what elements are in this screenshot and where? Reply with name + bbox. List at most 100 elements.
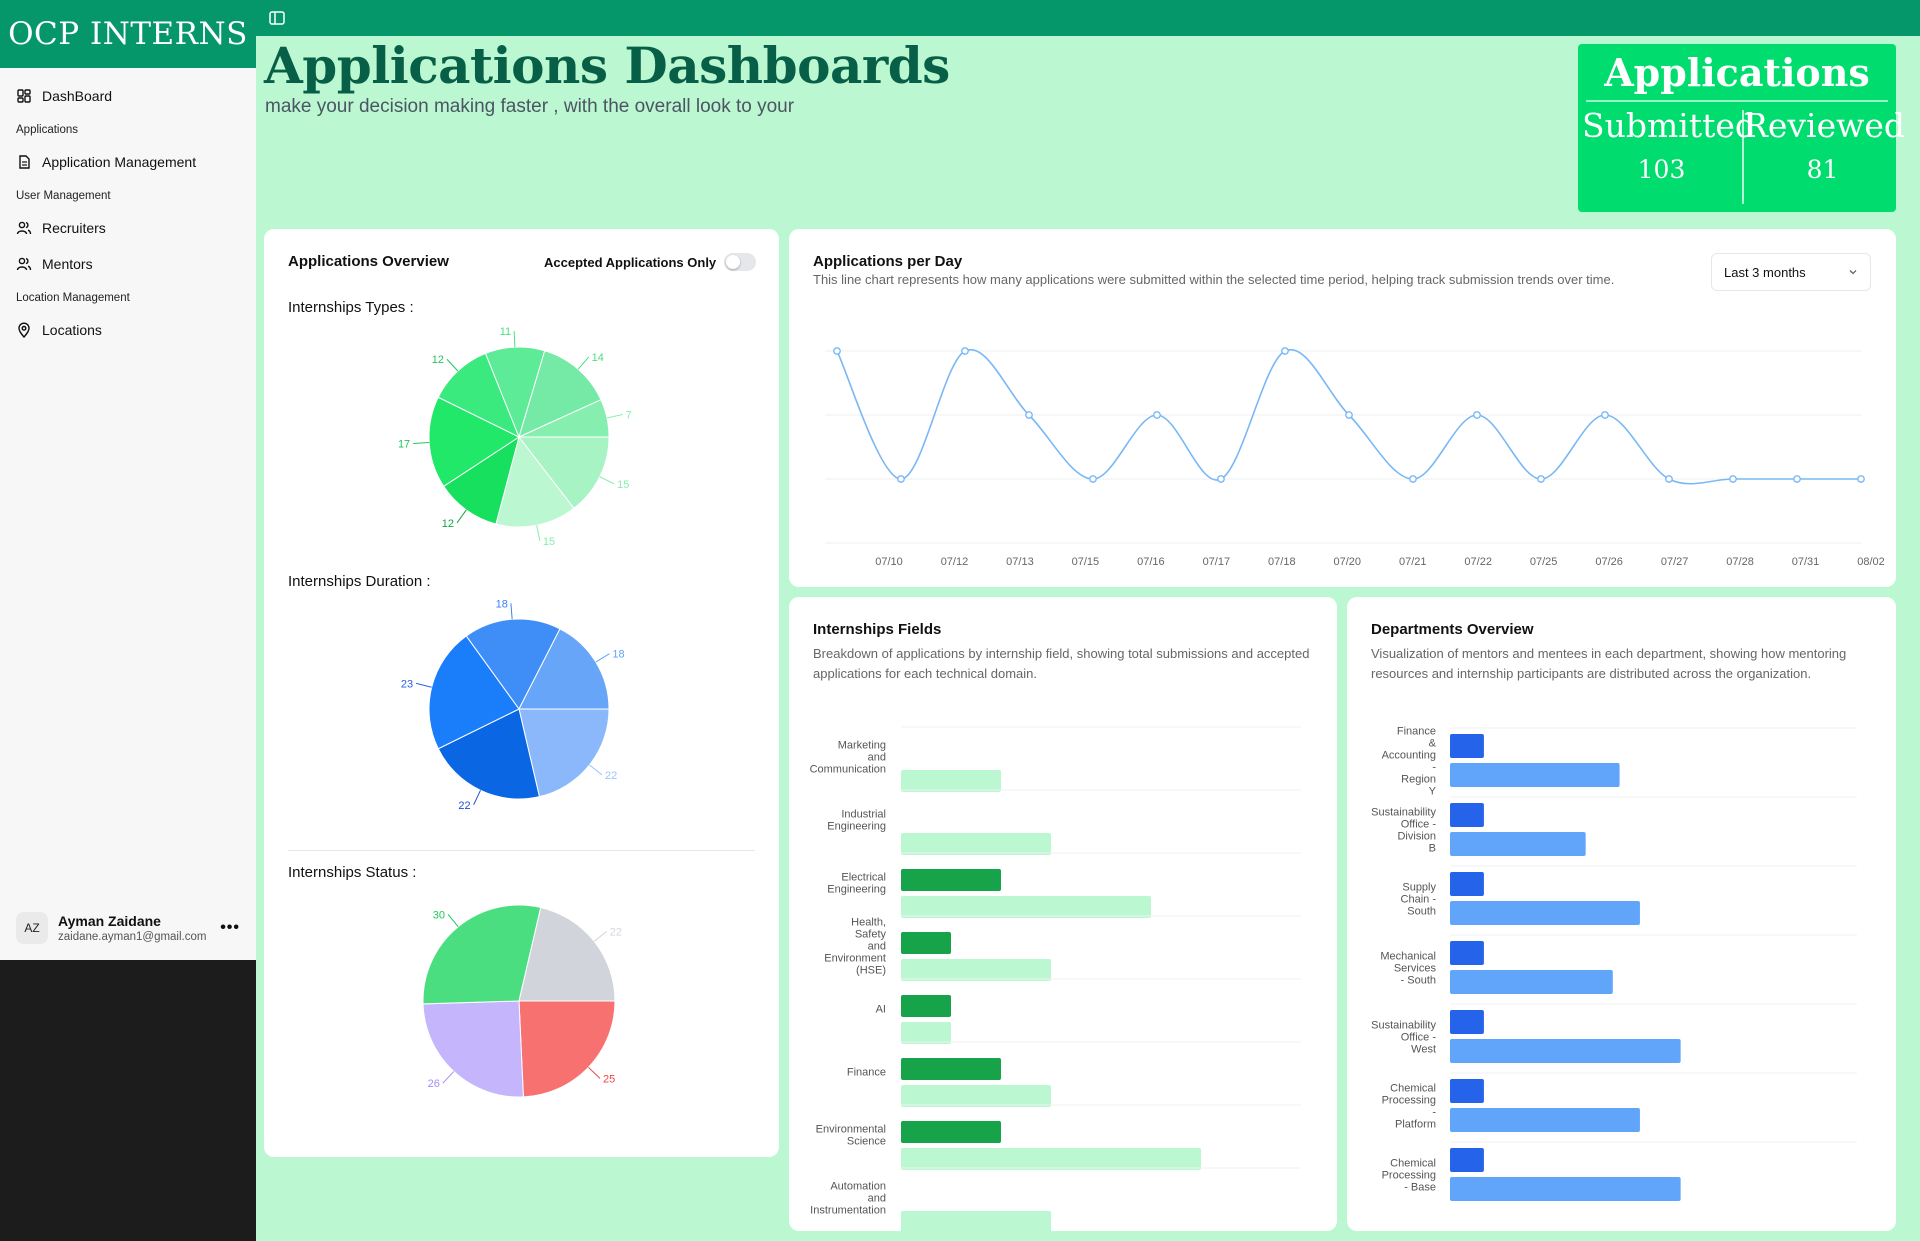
- pie-label-line: [588, 1066, 601, 1079]
- category-label: Office -: [1401, 819, 1437, 831]
- x-tick-label: 07/18: [1268, 556, 1296, 568]
- x-tick-label: 07/25: [1530, 556, 1558, 568]
- category-label: Processing: [1382, 1095, 1436, 1107]
- sidebar-item-application-management[interactable]: Application Management: [16, 144, 240, 180]
- submitted-label: Submitted: [1582, 106, 1757, 145]
- sidebar-item-recruiters[interactable]: Recruiters: [16, 210, 240, 246]
- x-tick-label: 07/31: [1792, 556, 1820, 568]
- bar: [1450, 872, 1484, 896]
- accepted-only-label: Accepted Applications Only: [544, 254, 717, 270]
- departments-bar-chart: Finance&Accounting-RegionYSustainability…: [1371, 726, 1857, 1201]
- bar: [1450, 734, 1484, 758]
- category-label: Sustainability: [1371, 807, 1436, 819]
- category-label: Region: [1401, 774, 1436, 786]
- category-label: Chain -: [1401, 894, 1437, 906]
- pie-label-line: [593, 930, 608, 942]
- pie-label-line: [606, 414, 623, 419]
- sidebar-item-dashboard[interactable]: DashBoard: [16, 78, 240, 114]
- category-label: West: [1411, 1044, 1436, 1056]
- bar: [901, 1211, 1051, 1231]
- pie-label-line: [442, 1071, 455, 1084]
- category-label: South: [1407, 906, 1436, 918]
- stats-divider: [1586, 100, 1888, 102]
- page-title: Applications Dashboards: [264, 36, 950, 95]
- category-label: Mechanical: [1380, 951, 1436, 963]
- reviewed-stat: Reviewed 81: [1743, 106, 1905, 184]
- period-value: Last 3 months: [1724, 264, 1806, 280]
- brand-logo: OCP INTERNS: [0, 0, 256, 68]
- internships-fields-card: Internships Fields Breakdown of applicat…: [789, 597, 1337, 1231]
- accepted-only-toggle[interactable]: Accepted Applications Only: [544, 253, 757, 271]
- category-label: Science: [847, 1136, 886, 1148]
- bar: [901, 1058, 1001, 1080]
- pie-value-label: 11: [500, 326, 511, 338]
- line-point: [1601, 411, 1609, 419]
- users-icon: [16, 221, 32, 235]
- bar: [901, 869, 1001, 891]
- pie-value-label: 30: [433, 909, 445, 921]
- bar: [1450, 763, 1620, 787]
- line-point: [833, 347, 841, 355]
- category-label: Industrial: [841, 809, 886, 821]
- bar: [901, 1148, 1201, 1170]
- category-label: Engineering: [827, 821, 886, 833]
- bar: [1450, 1079, 1484, 1103]
- sidebar-item-label: Recruiters: [42, 220, 106, 236]
- pie-value-label: 25: [603, 1073, 615, 1085]
- bar: [901, 959, 1051, 981]
- x-tick-label: 07/12: [941, 556, 969, 568]
- pie-value-label: 17: [398, 438, 410, 450]
- bar: [901, 833, 1051, 855]
- category-label: Supply: [1402, 882, 1436, 894]
- line-point: [1025, 411, 1033, 419]
- category-label: Office -: [1401, 1032, 1437, 1044]
- category-label: Division: [1397, 831, 1436, 843]
- x-tick-label: 07/20: [1334, 556, 1362, 568]
- bar: [1450, 901, 1640, 925]
- category-label: Marketing: [838, 740, 886, 752]
- bar: [1450, 1010, 1484, 1034]
- bar: [1450, 1148, 1484, 1172]
- category-label: AI: [876, 1004, 886, 1016]
- category-label: - South: [1401, 975, 1436, 987]
- pie-value-label: 18: [496, 599, 508, 610]
- category-label: Platform: [1395, 1119, 1436, 1131]
- category-label: Chemical: [1390, 1083, 1436, 1095]
- line-point: [1665, 475, 1673, 483]
- x-tick-label: 07/17: [1203, 556, 1231, 568]
- overview-title: Applications Overview: [288, 253, 449, 270]
- sidebar-toggle-icon[interactable]: [268, 9, 286, 27]
- bar: [901, 1085, 1051, 1107]
- category-label: Automation: [830, 1181, 886, 1193]
- bar: [1450, 1108, 1640, 1132]
- applications-overview-card: Applications Overview Accepted Applicati…: [264, 229, 779, 1157]
- line-point: [897, 475, 905, 483]
- sidebar-item-locations[interactable]: Locations: [16, 312, 240, 348]
- page-subtitle: make your decision making faster , with …: [265, 96, 795, 117]
- category-label: Environmental: [816, 1124, 886, 1136]
- line-point: [1281, 347, 1289, 355]
- user-profile[interactable]: AZ Ayman Zaidane zaidane.ayman1@gmail.co…: [0, 900, 256, 956]
- x-tick-label: 08/02: [1857, 556, 1885, 568]
- internship-status-pie-chart: 25 26 30 22: [422, 904, 622, 1098]
- period-select[interactable]: Last 3 months: [1711, 253, 1871, 291]
- line-point: [961, 347, 969, 355]
- accepted-only-switch[interactable]: [724, 253, 757, 271]
- sidebar-footer-area: [0, 960, 256, 1241]
- pie-label-line: [536, 525, 541, 542]
- sidebar-item-mentors[interactable]: Mentors: [16, 246, 240, 282]
- category-label: -: [1432, 1107, 1436, 1119]
- category-label: Engineering: [827, 884, 886, 896]
- more-options-icon[interactable]: •••: [220, 919, 240, 937]
- applications-per-day-card: Applications per Day This line chart rep…: [789, 229, 1896, 587]
- pie-slice: [518, 1000, 616, 1098]
- pie-value-label: 12: [432, 354, 444, 366]
- sidebar-nav: DashBoard Applications Application Managem…: [0, 68, 256, 358]
- category-label: Electrical: [841, 872, 886, 884]
- pie-value-label: 7: [626, 410, 632, 422]
- fields-description: Breakdown of applications by internship …: [813, 646, 1310, 681]
- category-label: &: [1429, 738, 1437, 750]
- user-info: Ayman Zaidane zaidane.ayman1@gmail.com: [58, 913, 210, 943]
- pie-value-label: 22: [610, 926, 622, 938]
- x-tick-label: 07/10: [875, 556, 903, 568]
